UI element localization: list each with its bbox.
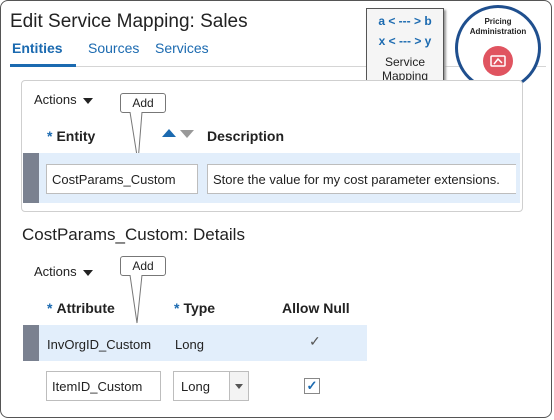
dropdown-arrow-icon: [82, 269, 93, 276]
pricing-administration-label: Pricing Administration: [469, 17, 527, 36]
pricing-administration-badge: Pricing Administration: [455, 5, 541, 91]
entity-description-field[interactable]: Store the value for my cost parameter ex…: [207, 164, 516, 194]
attribute-name-field[interactable]: ItemID_Custom: [46, 371, 161, 401]
add-callout-details: Add: [120, 256, 166, 276]
dropdown-arrow-icon: [82, 97, 93, 104]
page-title: Edit Service Mapping: Sales: [10, 11, 248, 32]
attribute-name: InvOrgID_Custom: [47, 337, 152, 352]
entity-name-field[interactable]: CostParams_Custom: [46, 164, 198, 194]
type-column-header[interactable]: * Type: [174, 300, 215, 316]
description-column-header[interactable]: Description: [207, 128, 284, 144]
type-select[interactable]: Long: [173, 371, 249, 401]
row-selection-marker: [23, 325, 39, 361]
allow-null-column-header[interactable]: Allow Null: [282, 300, 350, 316]
tab-sources[interactable]: Sources: [88, 40, 139, 56]
callout-pointer: [129, 275, 143, 324]
chevron-down-icon[interactable]: [229, 372, 248, 400]
allow-null-checkbox[interactable]: ✓: [304, 378, 320, 394]
active-tab-indicator: [10, 64, 76, 67]
service-mapping-label: Service Mapping: [381, 55, 429, 83]
row-selection-marker: [23, 153, 39, 203]
actions-menu-entities[interactable]: Actions: [34, 92, 93, 107]
sort-ascending-icon[interactable]: [162, 129, 176, 137]
attribute-column-header[interactable]: * Attribute: [47, 300, 115, 316]
sort-descending-icon[interactable]: [180, 130, 194, 138]
tab-entities[interactable]: Entities: [12, 40, 63, 56]
pricing-icon: [483, 46, 513, 76]
attribute-type: Long: [175, 337, 204, 352]
mapping-line-1: a < --- > b: [378, 14, 432, 28]
tab-services[interactable]: Services: [155, 40, 209, 56]
mapping-line-2: x < --- > y: [378, 34, 432, 48]
entity-column-header[interactable]: * Entity: [47, 128, 95, 144]
add-callout-entities: Add: [120, 93, 166, 113]
actions-menu-details[interactable]: Actions: [34, 264, 93, 279]
service-mapping-badge: a < --- > b x < --- > y Service Mapping: [366, 8, 444, 90]
allow-null-check-icon: ✓: [309, 333, 321, 349]
type-select-value: Long: [181, 379, 210, 394]
details-section-title: CostParams_Custom: Details: [22, 225, 245, 244]
actions-label: Actions: [34, 264, 77, 279]
actions-label: Actions: [34, 92, 77, 107]
